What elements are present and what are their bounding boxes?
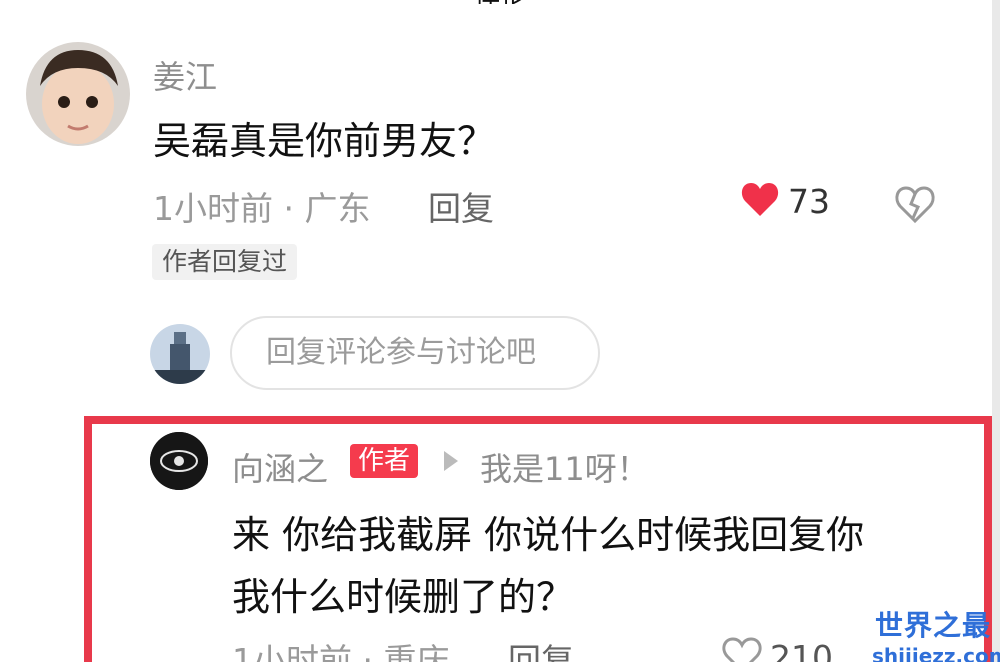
author-avatar[interactable]: [150, 432, 208, 490]
like-count: 73: [788, 181, 830, 221]
watermark-url: shijiezz.com: [872, 644, 1000, 662]
author-reply-like-button[interactable]: 210: [722, 636, 833, 662]
reply-arrow-icon: [444, 451, 458, 471]
author-username[interactable]: 向涵之: [232, 444, 328, 490]
comment-text: 吴磊真是你前男友？: [153, 119, 496, 163]
heart-filled-icon: [740, 180, 780, 222]
scrollbar-track: [992, 0, 1000, 662]
watermark-title: 世界之最: [874, 609, 991, 642]
author-reply-text-line1: 来 你给我截屏 你说什么时候我回复你: [232, 513, 865, 557]
heart-outline-icon: [722, 636, 762, 662]
like-button[interactable]: 73: [740, 180, 830, 222]
author-reply-reply-button[interactable]: 回复: [508, 634, 574, 662]
author-reply-time-location: 1小时前 · 重庆: [232, 641, 450, 662]
broken-heart-icon[interactable]: [893, 182, 937, 226]
comment-time-location: 1小时前 · 广东: [153, 189, 371, 228]
comment-username[interactable]: 姜江: [153, 52, 217, 98]
author-reply-text-line2: 我什么时候删了的？: [232, 575, 575, 619]
page-header-partial: 评论: [400, 0, 600, 4]
reply-input[interactable]: 回复评论参与讨论吧: [230, 316, 600, 390]
author-replied-tag: 作者回复过: [152, 244, 298, 280]
avatar[interactable]: [26, 42, 130, 146]
reply-to-username[interactable]: 我是11呀！: [480, 444, 649, 490]
watermark: 世界之最 shijiezz.com: [872, 604, 1000, 662]
author-badge: 作者: [350, 444, 419, 478]
reply-button[interactable]: 回复: [428, 182, 494, 230]
current-user-avatar: [150, 324, 210, 384]
author-reply-like-count: 210: [770, 637, 833, 662]
